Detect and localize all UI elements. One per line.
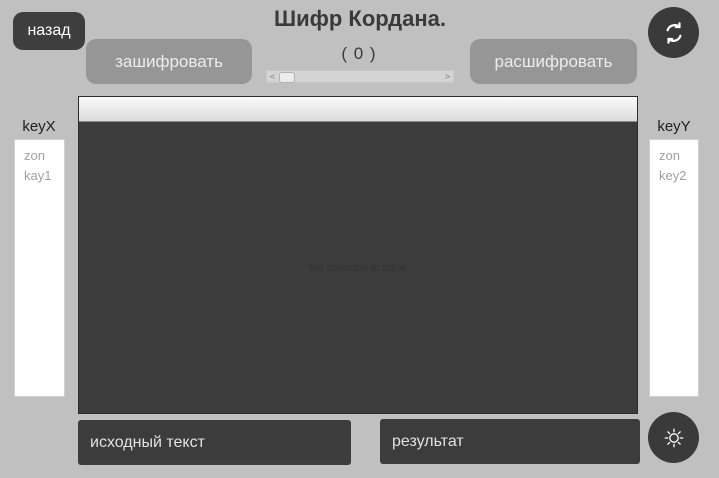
shift-slider[interactable]: < > — [266, 70, 454, 83]
result-text-field[interactable]: результат — [380, 419, 640, 464]
keyy-label: keyY — [657, 118, 691, 135]
list-item[interactable]: kay1 — [24, 166, 64, 186]
refresh-button[interactable] — [648, 7, 699, 58]
slider-thumb[interactable] — [279, 72, 295, 83]
list-item[interactable]: zon — [24, 146, 64, 166]
keyx-list[interactable]: zon kay1 — [14, 139, 65, 397]
chevron-left-icon[interactable]: < — [269, 71, 276, 82]
table-empty-message: No columns in table — [309, 262, 407, 274]
cipher-table[interactable]: No columns in table — [78, 96, 638, 414]
refresh-icon — [665, 21, 682, 44]
keyx-label: keyX — [22, 118, 56, 135]
table-header[interactable] — [79, 97, 637, 122]
list-item[interactable]: key2 — [659, 166, 698, 186]
list-item[interactable]: zon — [659, 146, 698, 166]
page-title: Шифр Кордана. — [273, 6, 447, 31]
source-text-field[interactable]: исходный текст — [78, 420, 351, 465]
settings-button[interactable] — [648, 412, 699, 463]
decrypt-button[interactable]: расшифровать — [470, 39, 637, 84]
encrypt-button[interactable]: зашифровать — [86, 39, 252, 84]
counter-label: ( 0 ) — [341, 44, 377, 63]
back-button[interactable]: назад — [13, 12, 85, 50]
keyy-list[interactable]: zon key2 — [649, 139, 699, 397]
settings-icon — [664, 428, 683, 447]
chevron-right-icon[interactable]: > — [444, 71, 451, 82]
